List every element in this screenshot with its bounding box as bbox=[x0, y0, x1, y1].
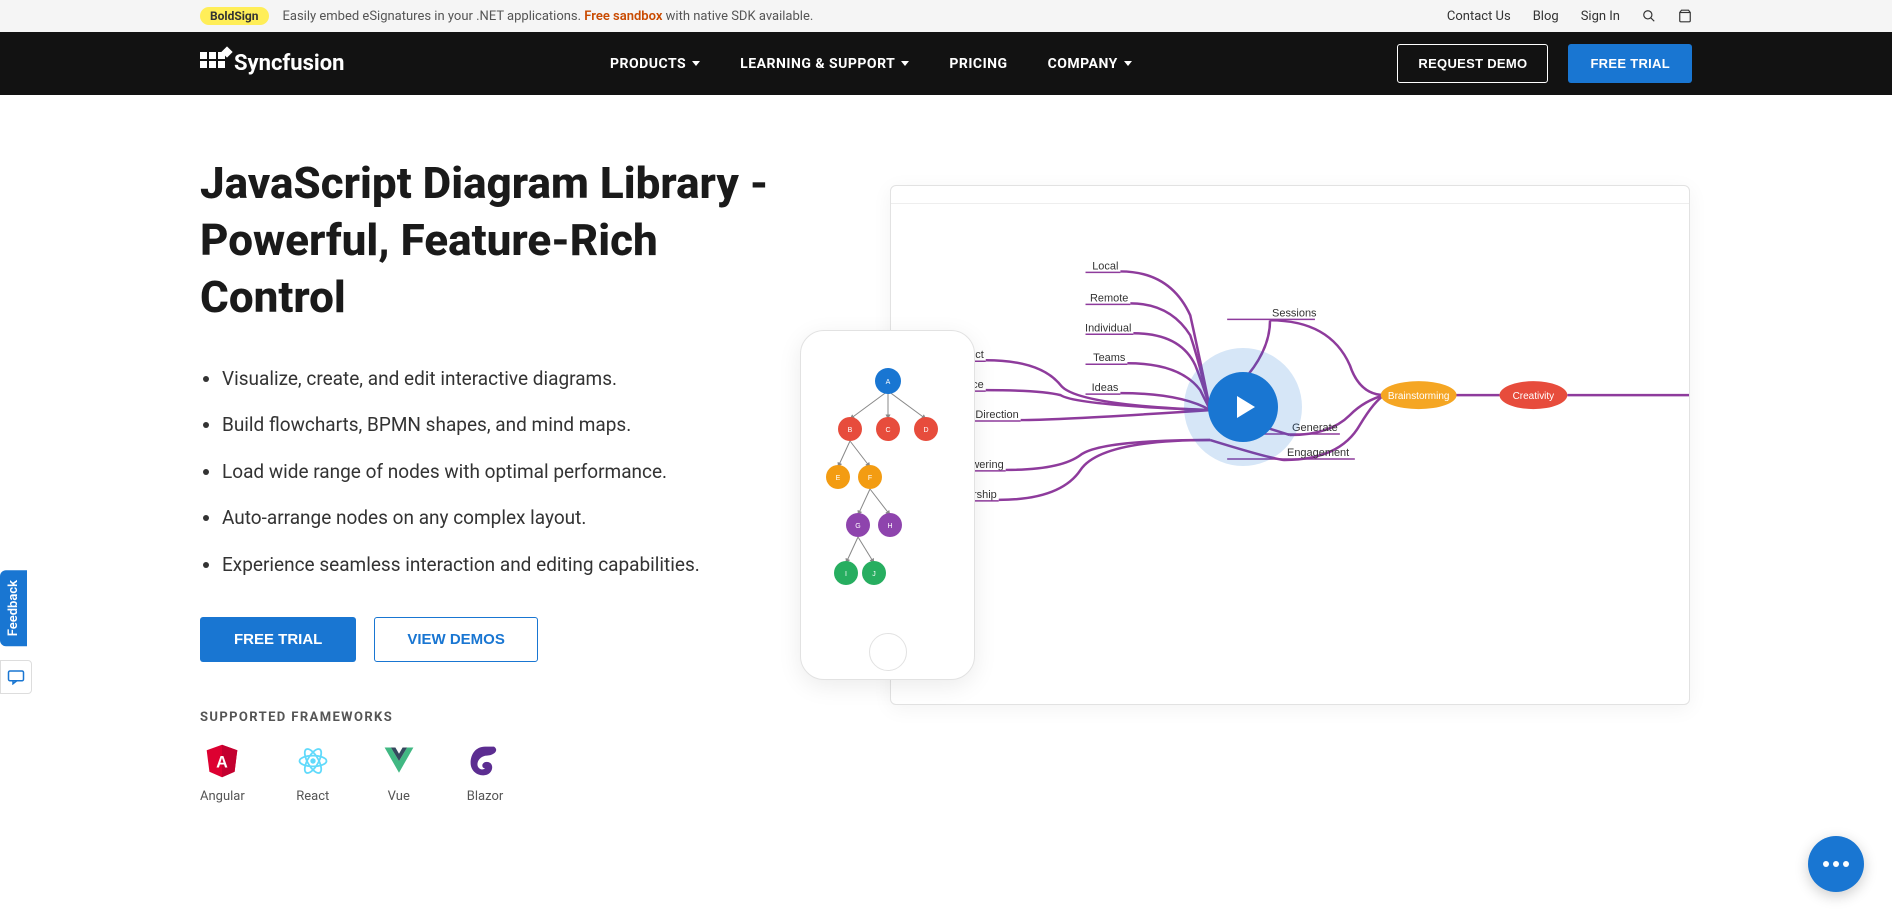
browser-frame: Product Service Business Direction Empow… bbox=[890, 185, 1690, 705]
feature-list: Visualize, create, and edit interactive … bbox=[200, 365, 770, 580]
feature-item: Experience seamless interaction and edit… bbox=[222, 551, 770, 580]
chat-icon bbox=[1823, 861, 1849, 867]
hero-section: JavaScript Diagram Library - Powerful, F… bbox=[0, 95, 1892, 844]
hero-illustration: Product Service Business Direction Empow… bbox=[770, 155, 1892, 804]
blog-link[interactable]: Blog bbox=[1533, 9, 1559, 24]
svg-text:Teams: Teams bbox=[1093, 352, 1126, 364]
svg-text:B: B bbox=[847, 427, 852, 434]
feature-item: Visualize, create, and edit interactive … bbox=[222, 365, 770, 394]
frameworks-heading: SUPPORTED FRAMEWORKS bbox=[200, 710, 770, 725]
announcement-text-a: Easily embed eSignatures in your .NET ap… bbox=[283, 9, 585, 24]
request-demo-button[interactable]: REQUEST DEMO bbox=[1397, 44, 1548, 83]
svg-text:A: A bbox=[885, 379, 890, 386]
svg-text:J: J bbox=[872, 571, 876, 578]
blazor-icon bbox=[467, 743, 503, 779]
main-nav: Syncfusion PRODUCTS LEARNING & SUPPORT P… bbox=[0, 32, 1892, 95]
brand-text: Syncfusion bbox=[234, 51, 344, 76]
chevron-down-icon bbox=[1124, 61, 1132, 66]
angular-icon: A bbox=[204, 743, 240, 779]
svg-text:C: C bbox=[885, 427, 890, 434]
framework-label: React bbox=[296, 789, 329, 804]
svg-text:Local: Local bbox=[1092, 260, 1118, 272]
react-icon bbox=[295, 743, 331, 779]
search-icon[interactable] bbox=[1642, 9, 1656, 23]
chevron-down-icon bbox=[901, 61, 909, 66]
framework-label: Blazor bbox=[467, 789, 504, 804]
framework-vue[interactable]: Vue bbox=[381, 743, 417, 804]
free-trial-nav-button[interactable]: FREE TRIAL bbox=[1568, 44, 1692, 83]
free-trial-button[interactable]: FREE TRIAL bbox=[200, 617, 356, 662]
svg-text:F: F bbox=[867, 475, 871, 482]
svg-text:Ideas: Ideas bbox=[1092, 382, 1119, 394]
svg-text:Sessions: Sessions bbox=[1272, 307, 1317, 319]
svg-text:G: G bbox=[855, 523, 860, 530]
feature-item: Load wide range of nodes with optimal pe… bbox=[222, 458, 770, 487]
announcement-bar: BoldSign Easily embed eSignatures in you… bbox=[0, 0, 1892, 32]
svg-text:I: I bbox=[845, 571, 847, 578]
view-demos-button[interactable]: VIEW DEMOS bbox=[374, 617, 538, 662]
cart-icon[interactable] bbox=[1678, 9, 1692, 23]
nav-company-label: COMPANY bbox=[1048, 56, 1118, 72]
svg-text:Individual: Individual bbox=[1085, 322, 1131, 334]
tree-diagram: A B C D E F G H I J bbox=[818, 359, 958, 619]
feedback-tab[interactable]: Feedback bbox=[0, 570, 27, 646]
nav-learning-label: LEARNING & SUPPORT bbox=[740, 56, 895, 72]
nav-pricing[interactable]: PRICING bbox=[949, 56, 1007, 72]
svg-text:Creativity: Creativity bbox=[1513, 391, 1555, 402]
chat-widget-button[interactable] bbox=[1808, 836, 1864, 892]
sign-in-link[interactable]: Sign In bbox=[1581, 9, 1620, 24]
play-video-button[interactable] bbox=[1208, 372, 1278, 442]
nav-products-label: PRODUCTS bbox=[610, 56, 686, 72]
feature-item: Auto-arrange nodes on any complex layout… bbox=[222, 504, 770, 533]
svg-text:Remote: Remote bbox=[1090, 292, 1128, 304]
nav-company[interactable]: COMPANY bbox=[1048, 56, 1132, 72]
svg-text:E: E bbox=[835, 475, 840, 482]
nav-learning[interactable]: LEARNING & SUPPORT bbox=[740, 56, 909, 72]
svg-text:A: A bbox=[217, 753, 229, 771]
announcement-text: Easily embed eSignatures in your .NET ap… bbox=[283, 9, 814, 24]
mobile-home-icon bbox=[869, 633, 907, 671]
svg-text:Engagement: Engagement bbox=[1287, 447, 1349, 459]
feedback-chat-icon[interactable] bbox=[0, 660, 32, 694]
framework-label: Angular bbox=[200, 789, 245, 804]
framework-react[interactable]: React bbox=[295, 743, 331, 804]
brand-logo[interactable]: Syncfusion bbox=[200, 51, 344, 76]
chevron-down-icon bbox=[692, 61, 700, 66]
nav-pricing-label: PRICING bbox=[949, 56, 1007, 72]
mindmap-diagram: Product Service Business Direction Empow… bbox=[891, 186, 1689, 704]
boldsign-badge[interactable]: BoldSign bbox=[200, 7, 269, 25]
svg-text:Generate: Generate bbox=[1292, 422, 1338, 434]
page-title: JavaScript Diagram Library - Powerful, F… bbox=[200, 155, 770, 327]
framework-blazor[interactable]: Blazor bbox=[467, 743, 504, 804]
vue-icon bbox=[381, 743, 417, 779]
nav-products[interactable]: PRODUCTS bbox=[610, 56, 700, 72]
announcement-highlight[interactable]: Free sandbox bbox=[584, 9, 662, 24]
announcement-text-b: with native SDK available. bbox=[662, 9, 813, 24]
contact-us-link[interactable]: Contact Us bbox=[1447, 9, 1511, 24]
framework-angular[interactable]: A Angular bbox=[200, 743, 245, 804]
svg-text:H: H bbox=[887, 523, 892, 530]
framework-label: Vue bbox=[388, 789, 410, 804]
mobile-frame: A B C D E F G H I J bbox=[800, 330, 975, 680]
feature-item: Build flowcharts, BPMN shapes, and mind … bbox=[222, 411, 770, 440]
logo-icon bbox=[200, 52, 228, 76]
svg-text:Brainstorming: Brainstorming bbox=[1388, 391, 1450, 402]
svg-text:D: D bbox=[923, 427, 928, 434]
